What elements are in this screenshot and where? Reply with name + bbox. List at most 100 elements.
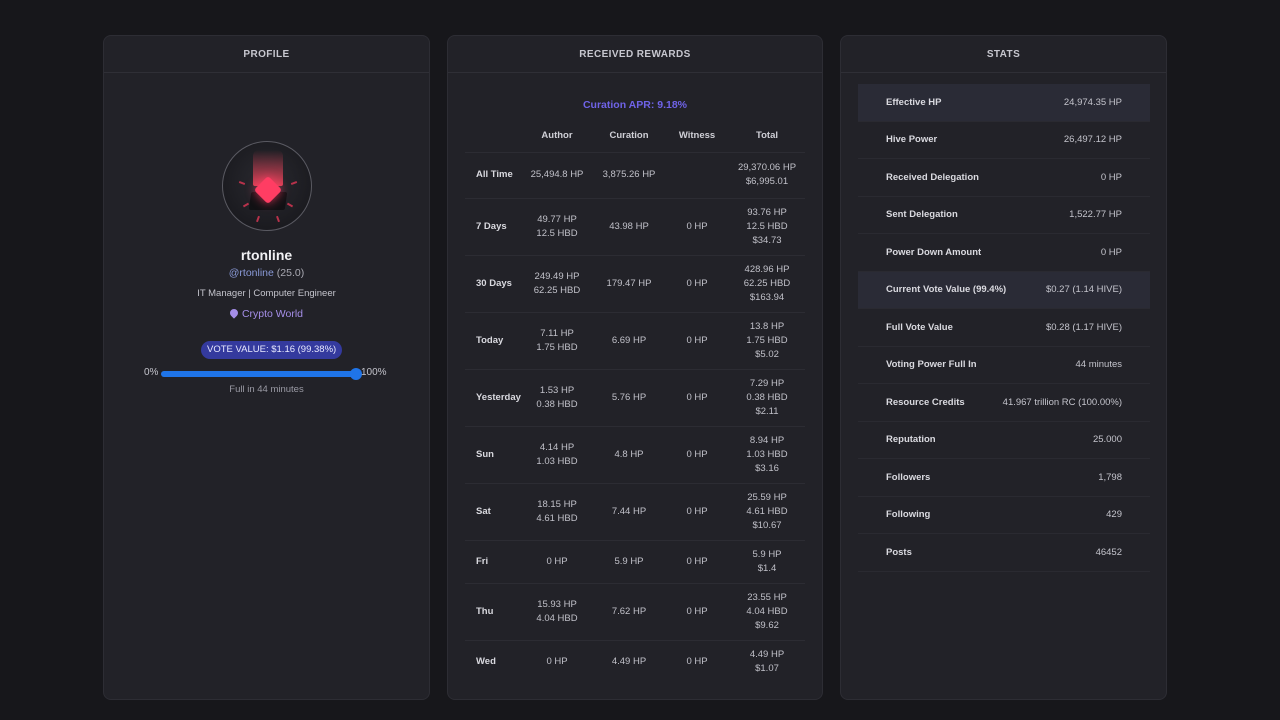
avatar-tick — [286, 202, 294, 208]
cell-witness: 0 HP — [665, 639, 729, 683]
stat-value: 25.000 — [1092, 434, 1122, 446]
cell-value: 62.25 HBD — [743, 277, 791, 289]
slider-max-label: 100% — [361, 367, 387, 378]
cell-value: 18.15 HP — [537, 498, 577, 510]
avatar-tick — [276, 215, 280, 223]
stat-value: 0 HP — [1100, 171, 1122, 183]
stat-value: 46452 — [1095, 546, 1122, 558]
cell-value: $3.16 — [755, 462, 779, 474]
table-row: Yesterday 1.53 HP 0.38 HBD 5.76 HP 0 HP 7.29 … — [465, 368, 805, 426]
cell-total: 8.94 HP 1.03 HBD $3.16 — [729, 425, 805, 483]
stats-list: Effective HP 24,974.35 HP Hive Power 26,497… — [858, 84, 1150, 572]
row-label: Wed — [465, 639, 521, 683]
row-label: All Time — [465, 151, 521, 198]
cell-curation: 5.9 HP — [593, 539, 665, 583]
rewards-panel: RECEIVED REWARDS Curation APR: 9.18% Aut… — [447, 35, 823, 700]
avatar-tick — [256, 215, 260, 223]
cell-value: 12.5 HBD — [746, 220, 788, 232]
cell-value: 179.47 HP — [606, 277, 652, 289]
cell-curation: 179.47 HP — [593, 254, 665, 312]
bio: IT Manager | Computer Engineer — [197, 288, 336, 299]
stat-value: $0.28 (1.17 HIVE) — [1045, 321, 1122, 333]
cell-value: 8.94 HP — [749, 434, 785, 446]
table-header-row: Author Curation Witness Total — [465, 120, 805, 152]
cell-value: 0 HP — [686, 277, 708, 289]
cell-value: 0 HP — [686, 334, 708, 346]
stat-label: Effective HP — [886, 96, 942, 108]
cell-curation: 3,875.26 HP — [593, 151, 665, 198]
cell-author: 0 HP — [521, 639, 593, 683]
cell-value: 0 HP — [546, 555, 568, 567]
cell-author: 4.14 HP 1.03 HBD — [521, 425, 593, 483]
cell-curation: 4.49 HP — [593, 639, 665, 683]
cell-value: $5.02 — [755, 348, 779, 360]
cell-value: 7.11 HP — [540, 327, 574, 339]
cell-total: 5.9 HP $1.4 — [729, 539, 805, 583]
table-row: 30 Days 249.49 HP 62.25 HBD 179.47 HP 0 HP 42… — [465, 254, 805, 312]
stat-row: Reputation 25.000 — [858, 422, 1150, 459]
cell-value: 5.9 HP — [752, 548, 782, 560]
column-header: Curation — [609, 130, 649, 142]
cell-author: 25,494.8 HP — [521, 151, 593, 198]
cell-value: 4.8 HP — [614, 448, 644, 460]
cell-value: $10.67 — [752, 519, 782, 531]
cell-witness: 0 HP — [665, 254, 729, 312]
cell-total: 7.29 HP 0.38 HBD $2.11 — [729, 368, 805, 426]
stat-row: Current Vote Value (99.4%) $0.27 (1.14 HI… — [858, 271, 1150, 309]
stats-panel: STATS Effective HP 24,974.35 HP Hive Power… — [840, 35, 1167, 700]
cell-value: 6.69 HP — [611, 334, 647, 346]
stat-row: Followers 1,798 — [858, 459, 1150, 497]
username: rtonline — [240, 247, 293, 263]
stat-value: 26,497.12 HP — [1063, 134, 1122, 146]
cell-witness: 0 HP — [665, 482, 729, 540]
cell-author: 7.11 HP 1.75 HBD — [521, 311, 593, 369]
stat-row: Received Delegation 0 HP — [858, 159, 1150, 197]
cell-value: $9.62 — [755, 619, 779, 631]
vote-weight-slider[interactable] — [161, 371, 357, 377]
cell-value: 43.98 HP — [609, 220, 649, 232]
slider-min-label: 0% — [144, 367, 159, 378]
cell-author: 15.93 HP 4.04 HBD — [521, 582, 593, 640]
stat-label: Power Down Amount — [886, 246, 982, 258]
stat-row: Power Down Amount 0 HP — [858, 234, 1150, 272]
cell-total: 23.55 HP 4.04 HBD $9.62 — [729, 582, 805, 640]
stat-row: Voting Power Full In 44 minutes — [858, 347, 1150, 384]
handle-link[interactable]: @rtonline — [229, 267, 274, 279]
cell-value: 49.77 HP — [537, 213, 577, 225]
row-label: Today — [465, 311, 521, 369]
stat-row: Resource Credits 41.967 trillion RC (100.… — [858, 384, 1150, 422]
stat-label: Followers — [886, 471, 931, 483]
stat-value: $0.27 (1.14 HIVE) — [1045, 284, 1122, 296]
cell-value: $34.73 — [752, 234, 782, 246]
stat-label: Current Vote Value (99.4%) — [886, 284, 1007, 296]
handle-line: @rtonline (25.0) — [104, 267, 429, 279]
avatar[interactable] — [222, 141, 312, 231]
avatar-tick — [238, 181, 246, 185]
cell-value: 4.49 HP — [611, 655, 647, 667]
stat-row: Effective HP 24,974.35 HP — [858, 84, 1150, 122]
cell-curation: 7.62 HP — [593, 582, 665, 640]
stat-row: Full Vote Value $0.28 (1.17 HIVE) — [858, 309, 1150, 347]
row-label: 7 Days — [465, 197, 521, 255]
panel-title: STATS — [841, 36, 1166, 73]
cell-value: 62.25 HBD — [533, 284, 581, 296]
cell-curation: 5.76 HP — [593, 368, 665, 426]
cell-value: 1.03 HBD — [746, 448, 788, 460]
table-row: All Time 25,494.8 HP 3,875.26 HP 29,370.06 … — [465, 151, 805, 198]
stat-row: Posts 46452 — [858, 534, 1150, 572]
column-header: Witness — [678, 130, 716, 142]
cell-value: 4.61 HBD — [536, 512, 578, 524]
cell-author: 1.53 HP 0.38 HBD — [521, 368, 593, 426]
cell-value: 0 HP — [686, 555, 708, 567]
row-label: Sat — [465, 482, 521, 540]
panel-title: PROFILE — [104, 36, 429, 73]
cell-witness: 0 HP — [665, 539, 729, 583]
cell-value: 12.5 HBD — [536, 227, 578, 239]
cell-total: 93.76 HP 12.5 HBD $34.73 — [729, 197, 805, 255]
column-header: Author — [541, 130, 573, 142]
cell-value: 4.14 HP — [539, 441, 575, 453]
table-row: Wed 0 HP 4.49 HP 0 HP 4.49 HP $1.07 — [465, 639, 805, 683]
cell-value: 13.8 HP — [749, 320, 785, 332]
table-row: Sat 18.15 HP 4.61 HBD 7.44 HP 0 HP 25.59 HP 4.… — [465, 482, 805, 540]
cell-value: 0 HP — [686, 391, 708, 403]
